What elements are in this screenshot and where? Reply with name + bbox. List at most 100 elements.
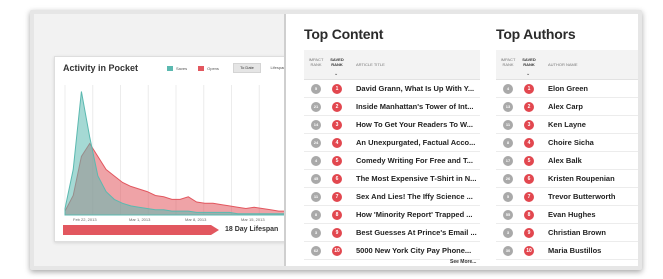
table-row[interactable]: 14 3 How To Get Your Readers To W... [304, 116, 480, 134]
activity-card: Activity in Pocket Saves Opens To Date L… [54, 56, 292, 242]
saved-rank-badge: 6 [332, 174, 342, 184]
author-name-link[interactable]: Alex Balk [548, 152, 636, 170]
impact-rank-badge: 11 [311, 192, 321, 202]
top-authors-table: IMPACT RANK SAVED RANK ⌄ AUTHOR NAME 4 1 E… [496, 50, 638, 260]
top-content-header: IMPACT RANK SAVED RANK ⌄ ARTICLE TITLE [304, 50, 480, 80]
saved-rank-badge: 1 [524, 84, 534, 94]
saved-rank-badge: 8 [332, 210, 342, 220]
saved-rank-badge: 1 [332, 84, 342, 94]
saved-rank-badge: 9 [524, 228, 534, 238]
x-tick-label: Mar 1, 2013 [129, 217, 151, 222]
saved-rank-badge: 7 [332, 192, 342, 202]
author-name-link[interactable]: Choire Sicha [548, 134, 636, 152]
table-row[interactable]: 5 1 David Grann, What Is Up With Y... [304, 80, 480, 98]
saved-rank-badge: 10 [524, 246, 534, 256]
impact-rank-badge: 14 [311, 120, 321, 130]
to-date-button[interactable]: To Date [233, 63, 261, 73]
table-row[interactable]: 4 1 Elon Green [496, 80, 638, 98]
saved-rank-badge: 6 [524, 174, 534, 184]
article-title-link[interactable]: 5000 New York City Pay Phone... [356, 242, 478, 260]
impact-rank-badge: 30 [503, 246, 513, 256]
table-row[interactable]: 55 8 Evan Hughes [496, 206, 638, 224]
impact-rank-badge: 5 [311, 84, 321, 94]
legend-opens-swatch [198, 66, 205, 71]
chevron-down-icon: ⌄ [334, 71, 339, 77]
saved-rank-badge: 10 [332, 246, 342, 256]
impact-rank-badge: 62 [311, 246, 321, 256]
author-name-link[interactable]: Maria Bustillos [548, 242, 636, 260]
impact-rank-badge: 11 [503, 120, 513, 130]
table-row[interactable]: 11 7 Sex And Lies! The Iffy Science ... [304, 188, 480, 206]
saved-rank-header[interactable]: SAVED RANK [520, 57, 538, 67]
table-row[interactable]: 3 9 Best Guesses At Prince's Email ... [304, 224, 480, 242]
saved-rank-badge: 2 [524, 102, 534, 112]
legend-opens-label: Opens [207, 66, 219, 71]
impact-rank-badge: 4 [311, 156, 321, 166]
saved-rank-badge: 8 [524, 210, 534, 220]
table-row[interactable]: 21 2 Inside Manhattan's Tower of Int... [304, 98, 480, 116]
author-name-link[interactable]: Evan Hughes [548, 206, 636, 224]
top-content-title: Top Content [304, 26, 384, 42]
legend-saves-label: Saves [176, 66, 188, 71]
saved-rank-badge: 7 [524, 192, 534, 202]
article-title-link[interactable]: Sex And Lies! The Iffy Science ... [356, 188, 478, 206]
impact-rank-badge: 4 [503, 84, 513, 94]
see-more-link[interactable]: See More... [450, 259, 476, 265]
x-tick-label: Mar 8, 2013 [185, 217, 207, 222]
lifespan-label: 18 Day Lifespan [225, 226, 279, 233]
activity-chart: Feb 22, 2013 Mar 1, 2013 Mar 8, 2013 Mar 15… [64, 85, 288, 222]
article-title-link[interactable]: Best Guesses At Prince's Email ... [356, 224, 478, 242]
article-title-header[interactable]: ARTICLE TITLE [356, 62, 385, 67]
top-authors-title: Top Authors [496, 26, 576, 42]
article-title-link[interactable]: The Most Expensive T-Shirt in N... [356, 170, 478, 188]
impact-rank-badge: 45 [311, 174, 321, 184]
article-title-link[interactable]: How To Get Your Readers To W... [356, 116, 478, 134]
impact-rank-badge: 13 [503, 102, 513, 112]
article-title-link[interactable]: Comedy Writing For Free and T... [356, 152, 478, 170]
lifespan-arrow-icon [211, 225, 219, 235]
table-row[interactable]: 13 2 Alex Carp [496, 98, 638, 116]
dashboard: Activity in Pocket Saves Opens To Date L… [34, 14, 638, 266]
impact-rank-badge: 3 [311, 228, 321, 238]
table-row[interactable]: 30 10 Maria Bustillos [496, 242, 638, 260]
saved-rank-badge: 9 [332, 228, 342, 238]
saved-rank-header[interactable]: SAVED RANK [328, 57, 346, 67]
saved-rank-badge: 3 [524, 120, 534, 130]
table-row[interactable]: 5 7 Trevor Butterworth [496, 188, 638, 206]
impact-rank-header[interactable]: IMPACT RANK [497, 57, 519, 67]
table-row[interactable]: 26 6 Kristen Roupenian [496, 170, 638, 188]
saved-rank-badge: 5 [524, 156, 534, 166]
table-row[interactable]: 8 8 How 'Minority Report' Trapped ... [304, 206, 480, 224]
article-title-link[interactable]: An Unexpurgated, Factual Acco... [356, 134, 478, 152]
article-title-link[interactable]: Inside Manhattan's Tower of Int... [356, 98, 478, 116]
saved-rank-badge: 5 [332, 156, 342, 166]
chart-legend: Saves Opens [167, 66, 219, 71]
table-row[interactable]: 45 6 The Most Expensive T-Shirt in N... [304, 170, 480, 188]
table-row[interactable]: 62 10 5000 New York City Pay Phone... [304, 242, 480, 260]
table-row[interactable]: 11 3 Ken Layne [496, 116, 638, 134]
saved-rank-badge: 4 [524, 138, 534, 148]
saved-rank-badge: 2 [332, 102, 342, 112]
impact-rank-badge: 24 [311, 138, 321, 148]
impact-rank-badge: 17 [503, 156, 513, 166]
author-name-link[interactable]: Christian Brown [548, 224, 636, 242]
table-row[interactable]: 17 5 Alex Balk [496, 152, 638, 170]
legend-saves-swatch [167, 66, 173, 71]
article-title-link[interactable]: David Grann, What Is Up With Y... [356, 80, 478, 98]
x-tick-label: Feb 22, 2013 [73, 217, 97, 222]
top-content-table: IMPACT RANK SAVED RANK ⌄ ARTICLE TITLE 5… [304, 50, 480, 260]
lifespan-bar [63, 225, 211, 235]
impact-rank-header[interactable]: IMPACT RANK [305, 57, 327, 67]
author-name-link[interactable]: Trevor Butterworth [548, 188, 636, 206]
author-name-link[interactable]: Alex Carp [548, 98, 636, 116]
table-row[interactable]: 3 9 Christian Brown [496, 224, 638, 242]
author-name-link[interactable]: Ken Layne [548, 116, 636, 134]
impact-rank-badge: 5 [503, 192, 513, 202]
article-title-link[interactable]: How 'Minority Report' Trapped ... [356, 206, 478, 224]
author-name-link[interactable]: Elon Green [548, 80, 636, 98]
author-name-link[interactable]: Kristen Roupenian [548, 170, 636, 188]
author-name-header[interactable]: AUTHOR NAME [548, 62, 578, 67]
table-row[interactable]: 4 5 Comedy Writing For Free and T... [304, 152, 480, 170]
table-row[interactable]: 24 4 An Unexpurgated, Factual Acco... [304, 134, 480, 152]
table-row[interactable]: 8 4 Choire Sicha [496, 134, 638, 152]
